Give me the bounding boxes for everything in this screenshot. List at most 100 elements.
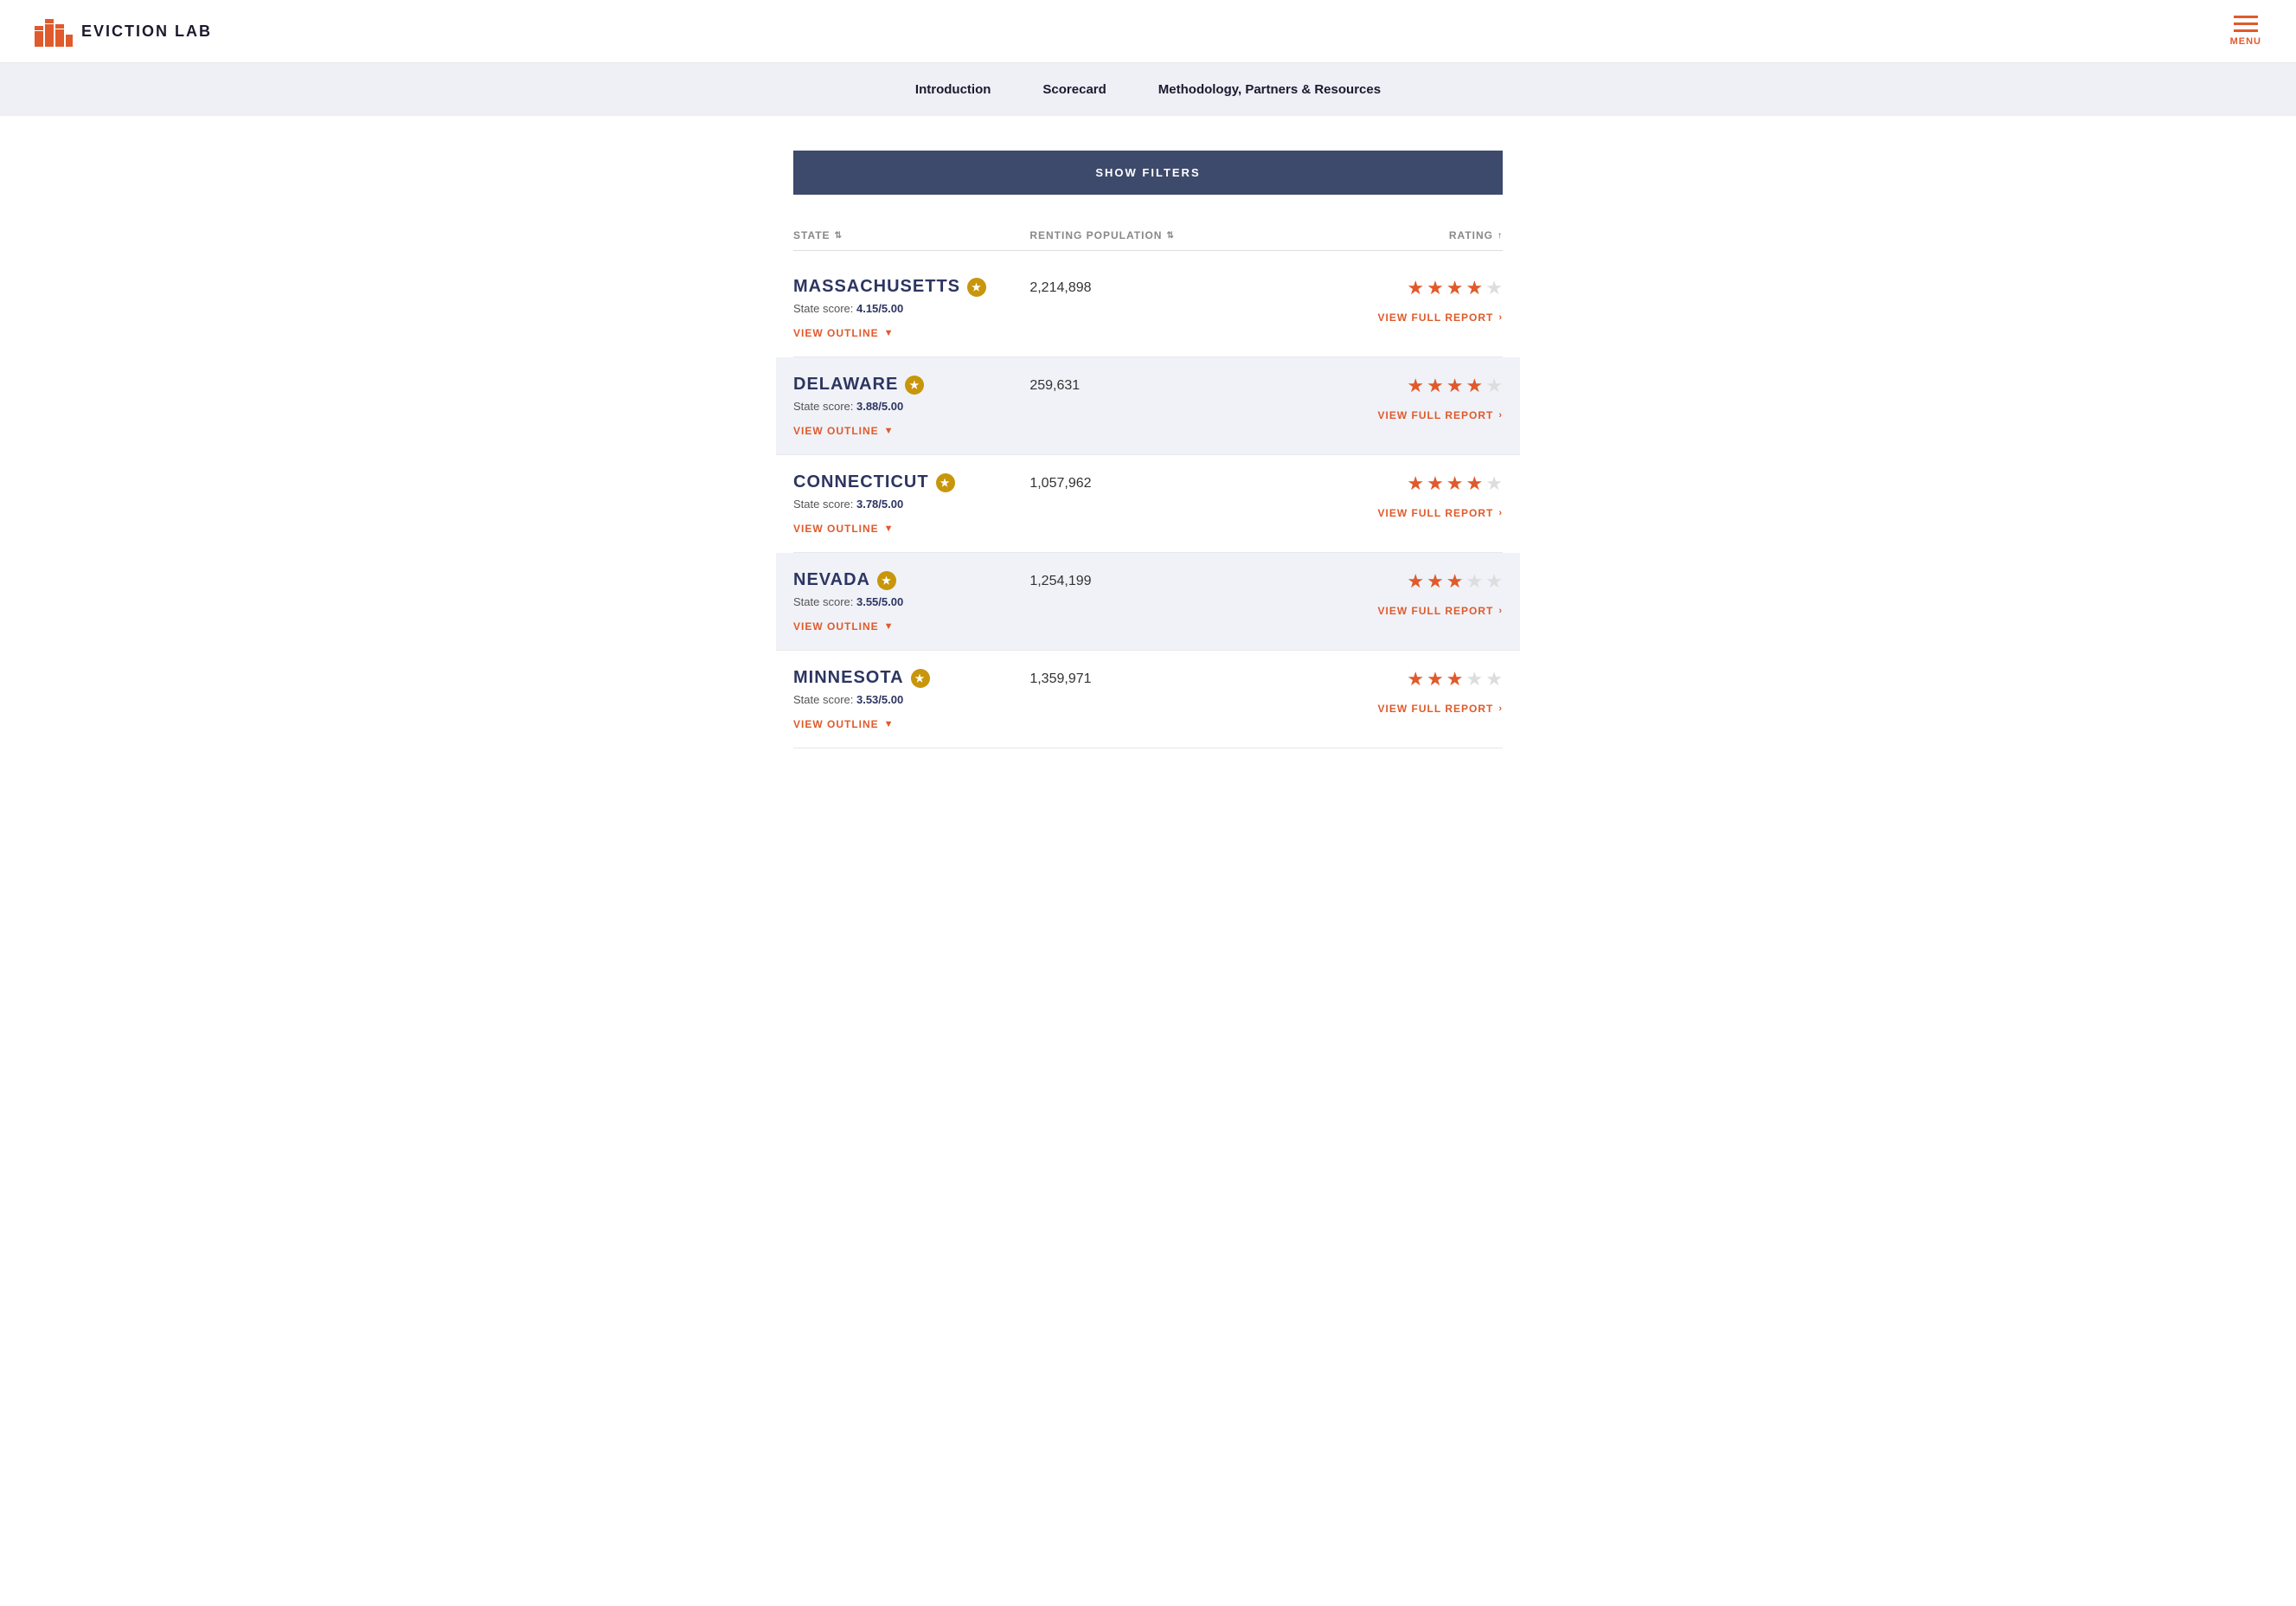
rating-col: ★★★★★ VIEW FULL REPORT › [1267,472,1503,519]
star-1: ★ [1407,472,1424,495]
view-report-button[interactable]: VIEW FULL REPORT › [1378,703,1503,715]
star-5: ★ [1485,472,1503,495]
star-4: ★ [1466,668,1484,691]
view-report-button[interactable]: VIEW FULL REPORT › [1378,409,1503,421]
col-state-label: STATE [793,229,831,241]
state-score: State score: 3.53/5.00 [793,693,1029,706]
score-value: 4.15/5.00 [856,302,903,315]
stars: ★★★★★ [1407,277,1503,299]
header: EVICTION LAB MENU [0,0,2296,63]
table-row: CONNECTICUT ★ State score: 3.78/5.00 VIE… [793,455,1503,553]
state-col: CONNECTICUT ★ State score: 3.78/5.00 VIE… [793,472,1029,535]
star-1: ★ [1407,375,1424,397]
chevron-down-icon: ▼ [884,328,895,338]
stars: ★★★★★ [1407,375,1503,397]
score-value: 3.55/5.00 [856,595,903,608]
col-header-population: RENTING POPULATION ⇅ [1029,229,1266,241]
view-report-button[interactable]: VIEW FULL REPORT › [1378,312,1503,324]
population-col: 1,359,971 [1029,668,1266,687]
state-col: DELAWARE ★ State score: 3.88/5.00 VIEW O… [793,375,1029,437]
star-3: ★ [1446,375,1464,397]
view-report-button[interactable]: VIEW FULL REPORT › [1378,605,1503,617]
state-col: MINNESOTA ★ State score: 3.53/5.00 VIEW … [793,668,1029,730]
chevron-right-icon: › [1498,703,1503,714]
state-name: DELAWARE ★ [793,375,1029,395]
rating-col: ★★★★★ VIEW FULL REPORT › [1267,570,1503,617]
menu-bar-3 [2234,29,2258,32]
menu-bar-1 [2234,16,2258,18]
state-name: NEVADA ★ [793,570,1029,590]
view-outline-button[interactable]: VIEW OUTLINE ▼ [793,523,895,535]
view-outline-button[interactable]: VIEW OUTLINE ▼ [793,718,895,730]
state-name: MASSACHUSETTS ★ [793,277,1029,297]
col-header-rating: RATING ↑ [1267,229,1503,241]
state-score: State score: 3.78/5.00 [793,498,1029,511]
chevron-down-icon: ▼ [884,524,895,534]
star-5: ★ [1485,570,1503,593]
state-score: State score: 3.55/5.00 [793,595,1029,608]
table-row: NEVADA ★ State score: 3.55/5.00 VIEW OUT… [776,553,1520,651]
state-col: NEVADA ★ State score: 3.55/5.00 VIEW OUT… [793,570,1029,633]
population-col: 2,214,898 [1029,277,1266,296]
stars: ★★★★★ [1407,668,1503,691]
state-col: MASSACHUSETTS ★ State score: 4.15/5.00 V… [793,277,1029,339]
rating-col: ★★★★★ VIEW FULL REPORT › [1267,668,1503,715]
nav-item-methodology[interactable]: Methodology, Partners & Resources [1158,82,1381,97]
star-4: ★ [1466,375,1484,397]
star-2: ★ [1427,570,1444,593]
state-score: State score: 3.88/5.00 [793,400,1029,413]
star-2: ★ [1427,472,1444,495]
star-5: ★ [1485,375,1503,397]
star-3: ★ [1446,277,1464,299]
star-3: ★ [1446,570,1464,593]
stars: ★★★★★ [1407,472,1503,495]
score-value: 3.53/5.00 [856,693,903,706]
col-population-label: RENTING POPULATION [1029,229,1162,241]
star-1: ★ [1407,570,1424,593]
featured-badge: ★ [936,473,955,492]
col-header-state: STATE ⇅ [793,229,1029,241]
rating-col: ★★★★★ VIEW FULL REPORT › [1267,277,1503,324]
population-col: 259,631 [1029,375,1266,394]
population-col: 1,254,199 [1029,570,1266,589]
menu-bar-2 [2234,22,2258,25]
star-4: ★ [1466,570,1484,593]
col-population-sort-icon[interactable]: ⇅ [1166,231,1174,241]
nav-item-introduction[interactable]: Introduction [915,82,991,97]
view-outline-button[interactable]: VIEW OUTLINE ▼ [793,425,895,437]
nav-bar: Introduction Scorecard Methodology, Part… [0,63,2296,116]
view-report-button[interactable]: VIEW FULL REPORT › [1378,507,1503,519]
table-header: STATE ⇅ RENTING POPULATION ⇅ RATING ↑ [793,221,1503,251]
population-value: 1,359,971 [1029,671,1091,687]
stars: ★★★★★ [1407,570,1503,593]
chevron-right-icon: › [1498,606,1503,616]
view-outline-button[interactable]: VIEW OUTLINE ▼ [793,327,895,339]
chevron-right-icon: › [1498,410,1503,421]
menu-label: MENU [2230,36,2261,47]
rating-col: ★★★★★ VIEW FULL REPORT › [1267,375,1503,421]
table-row: MASSACHUSETTS ★ State score: 4.15/5.00 V… [793,260,1503,357]
chevron-right-icon: › [1498,508,1503,518]
state-name: CONNECTICUT ★ [793,472,1029,492]
chevron-down-icon: ▼ [884,426,895,436]
star-5: ★ [1485,277,1503,299]
col-rating-sort-icon[interactable]: ↑ [1498,231,1503,241]
population-value: 2,214,898 [1029,280,1091,296]
star-1: ★ [1407,668,1424,691]
col-state-sort-icon[interactable]: ⇅ [835,231,843,241]
menu-button[interactable]: MENU [2230,16,2261,47]
table-row: DELAWARE ★ State score: 3.88/5.00 VIEW O… [776,357,1520,455]
star-5: ★ [1485,668,1503,691]
featured-badge: ★ [967,278,986,297]
population-value: 1,057,962 [1029,476,1091,491]
chevron-down-icon: ▼ [884,719,895,729]
star-2: ★ [1427,375,1444,397]
state-score: State score: 4.15/5.00 [793,302,1029,315]
star-2: ★ [1427,668,1444,691]
star-3: ★ [1446,472,1464,495]
population-col: 1,057,962 [1029,472,1266,491]
star-4: ★ [1466,472,1484,495]
view-outline-button[interactable]: VIEW OUTLINE ▼ [793,620,895,633]
nav-item-scorecard[interactable]: Scorecard [1042,82,1106,97]
show-filters-button[interactable]: SHOW FILTERS [793,151,1503,195]
